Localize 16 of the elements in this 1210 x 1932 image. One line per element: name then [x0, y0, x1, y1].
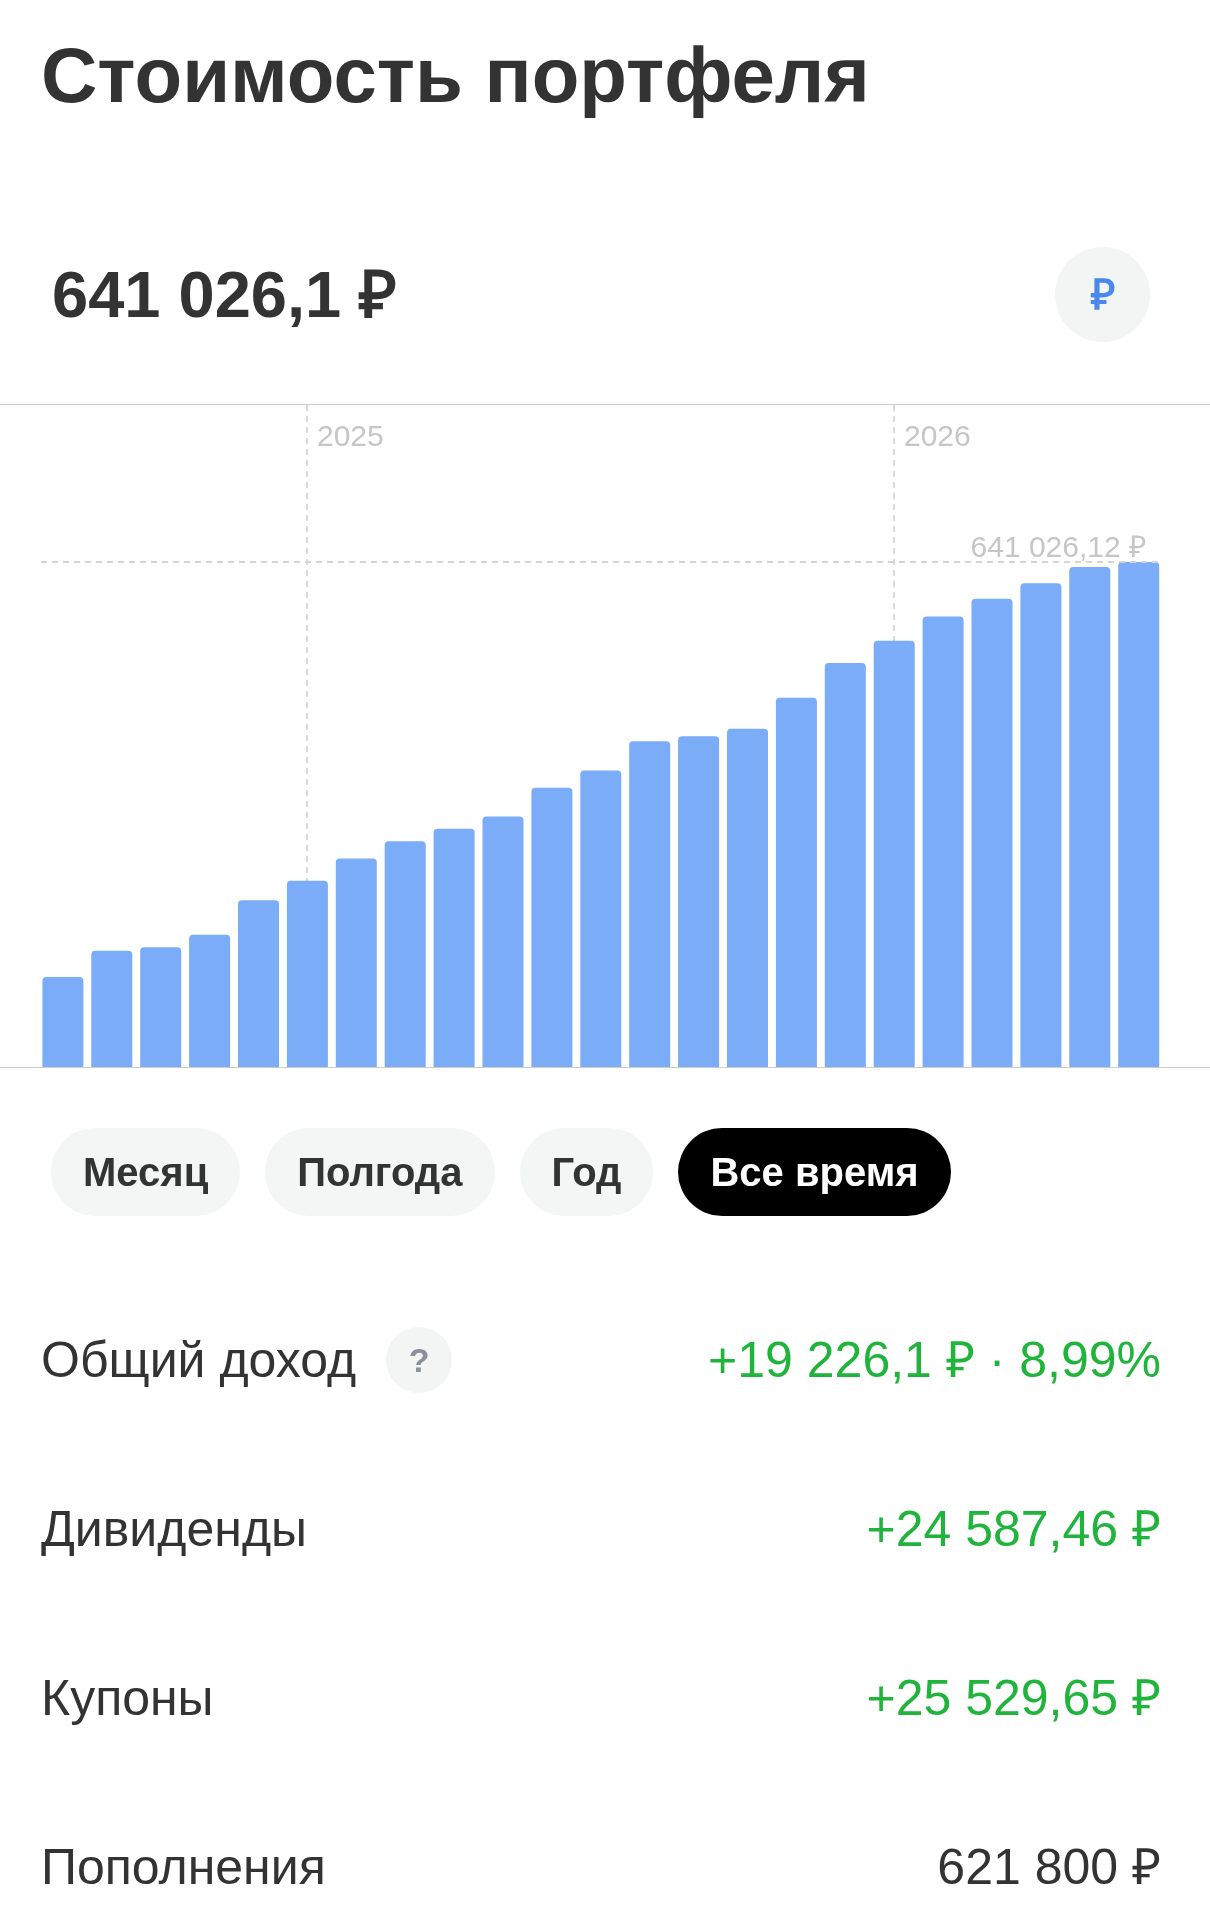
stat-value: +25 529,65 ₽ [866, 1673, 1161, 1723]
stat-label: Купоны [41, 1673, 214, 1723]
stat-label: Пополнения [41, 1842, 326, 1892]
year-label: 2026 [904, 419, 971, 452]
stat-label: Дивиденды [41, 1504, 307, 1554]
stat-value: +19 226,1 ₽ · 8,99% [708, 1335, 1161, 1385]
period-tab[interactable]: Все время [678, 1128, 951, 1216]
stat-value: 621 800 ₽ [937, 1842, 1161, 1892]
year-label: 2025 [317, 419, 384, 452]
portfolio-total: 641 026,1 ₽ [52, 262, 398, 327]
period-tab[interactable]: Месяц [51, 1128, 241, 1216]
period-tab[interactable]: Полгода [265, 1128, 495, 1216]
max-value-label: 641 026,12 ₽ [970, 530, 1146, 563]
stat-label: Общий доход [41, 1335, 357, 1385]
stat-value: +24 587,46 ₽ [866, 1504, 1161, 1554]
period-tab[interactable]: Год [519, 1128, 654, 1216]
